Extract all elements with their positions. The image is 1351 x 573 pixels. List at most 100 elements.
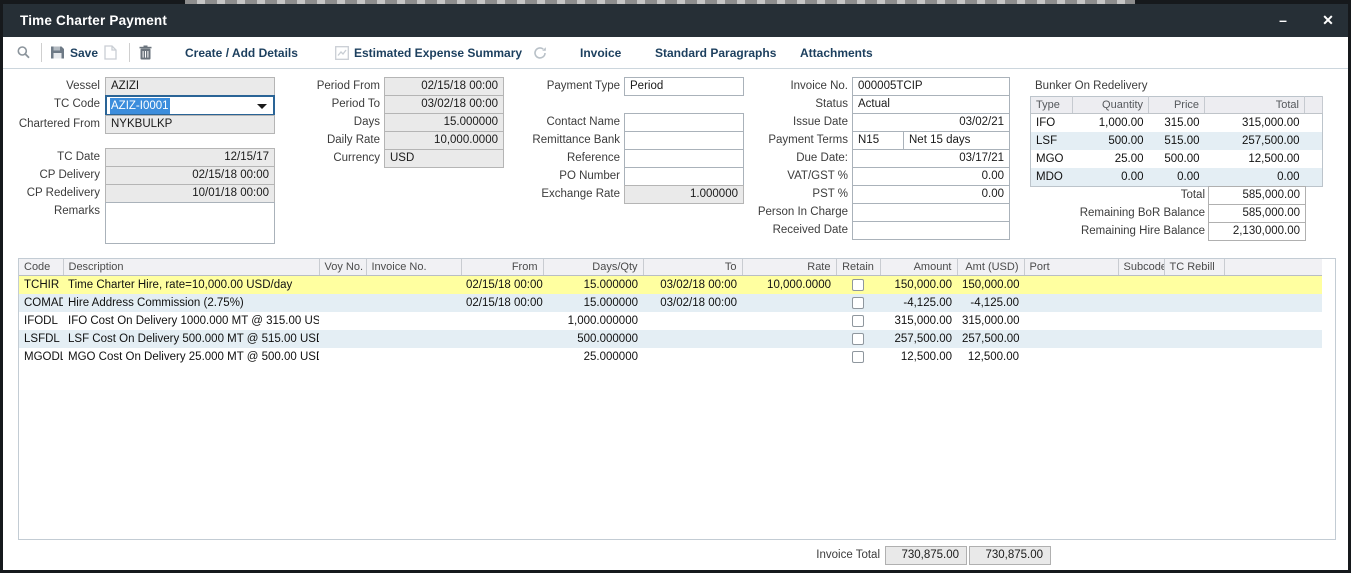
bunker-row-ifo[interactable]: IFO1,000.00315.00315,000.00 bbox=[1031, 114, 1323, 133]
issue-date-field[interactable]: 03/02/21 bbox=[852, 113, 1010, 132]
grid-cell-port bbox=[1024, 276, 1118, 295]
grid-header-from[interactable]: From bbox=[461, 259, 543, 276]
due-date-label: Due Date: bbox=[718, 149, 848, 168]
grid-header-tc-rebill[interactable]: TC Rebill bbox=[1164, 259, 1224, 276]
refresh-button[interactable] bbox=[533, 37, 547, 68]
pst-label: PST % bbox=[718, 185, 848, 204]
grid-header-subcode[interactable]: Subcode bbox=[1118, 259, 1164, 276]
contact-name-label: Contact Name bbox=[498, 113, 620, 132]
grid-cell-to bbox=[643, 348, 742, 366]
close-button[interactable]: ✕ bbox=[1318, 4, 1338, 37]
grid-header-to[interactable]: To bbox=[643, 259, 742, 276]
grid-cell-amt-usd: -4,125.00 bbox=[957, 294, 1024, 312]
tc-code-field[interactable]: AZIZ-I0001 bbox=[105, 95, 275, 116]
invoice-total-amount: 730,875.00 bbox=[885, 546, 967, 565]
save-button[interactable]: Save bbox=[50, 37, 98, 68]
pst-field[interactable]: 0.00 bbox=[852, 185, 1010, 204]
standard-paragraphs-button[interactable]: Standard Paragraphs bbox=[655, 37, 776, 68]
period-from-field: 02/15/18 00:00 bbox=[384, 77, 504, 96]
invoice-no-field[interactable]: 000005TCIP bbox=[852, 77, 1010, 96]
grid-header-port[interactable]: Port bbox=[1024, 259, 1118, 276]
delete-button[interactable] bbox=[139, 37, 152, 68]
days-label: Days bbox=[298, 113, 380, 132]
dropdown-arrow-icon[interactable] bbox=[257, 104, 267, 109]
retain-checkbox[interactable] bbox=[852, 297, 864, 309]
bunker-row-mgo[interactable]: MGO25.00500.0012,500.00 bbox=[1031, 150, 1323, 168]
grid-cell-port bbox=[1024, 348, 1118, 366]
grid-row-lsfdl[interactable]: LSFDLLSF Cost On Delivery 500.000 MT @ 5… bbox=[19, 330, 1323, 348]
grid-header-amount[interactable]: Amount bbox=[880, 259, 957, 276]
grid-cell-tc-rebill bbox=[1164, 276, 1224, 295]
bunker-cell: MGO bbox=[1031, 150, 1073, 168]
person-in-charge-field[interactable] bbox=[852, 203, 1010, 222]
grid-cell-to bbox=[643, 330, 742, 348]
status-field[interactable]: Actual bbox=[852, 95, 1010, 114]
bunker-cell: 315.00 bbox=[1149, 114, 1205, 133]
grid-row-ifodl[interactable]: IFODLIFO Cost On Delivery 1000.000 MT @ … bbox=[19, 312, 1323, 330]
grid-header-code[interactable]: Code bbox=[19, 259, 63, 276]
grid-header-retain[interactable]: Retain bbox=[836, 259, 880, 276]
attachments-button[interactable]: Attachments bbox=[800, 37, 873, 68]
window-title: Time Charter Payment bbox=[20, 4, 167, 37]
bunker-cell: 0.00 bbox=[1149, 168, 1205, 187]
bunker-total-label: Remaining BoR Balance bbox=[1043, 204, 1205, 223]
grid-cell-code: MGODL bbox=[19, 348, 63, 366]
grid-header-days-qty[interactable]: Days/Qty bbox=[543, 259, 643, 276]
grid-cell-description: Time Charter Hire, rate=10,000.00 USD/da… bbox=[63, 276, 319, 295]
person-in-charge-label: Person In Charge bbox=[718, 203, 848, 222]
grid-cell-code: IFODL bbox=[19, 312, 63, 330]
grid-row-mgodl[interactable]: MGODLMGO Cost On Delivery 25.000 MT @ 50… bbox=[19, 348, 1323, 366]
grid-row-tchir[interactable]: TCHIRTime Charter Hire, rate=10,000.00 U… bbox=[19, 276, 1323, 295]
new-document-button[interactable] bbox=[104, 37, 117, 68]
grid-scrollbar[interactable] bbox=[1322, 259, 1335, 539]
search-button[interactable] bbox=[16, 37, 31, 68]
issue-date-label: Issue Date bbox=[718, 113, 848, 132]
minimize-button[interactable]: – bbox=[1273, 4, 1293, 37]
screen: Time Charter Payment – ✕ Save bbox=[0, 0, 1351, 573]
grid-header-amt-usd[interactable]: Amt (USD) bbox=[957, 259, 1024, 276]
payment-terms-code-field[interactable]: N15 bbox=[852, 131, 904, 150]
grid-cell-amount: -4,125.00 bbox=[880, 294, 957, 312]
received-date-field[interactable] bbox=[852, 221, 1010, 240]
tc-date-field: 12/15/17 bbox=[105, 148, 275, 167]
bunker-row-mdo[interactable]: MDO0.000.000.00 bbox=[1031, 168, 1323, 187]
retain-checkbox[interactable] bbox=[852, 351, 864, 363]
grid-row-comad[interactable]: COMADHire Address Commission (2.75%)02/1… bbox=[19, 294, 1323, 312]
grid-cell-voy-no bbox=[319, 276, 366, 295]
grid-cell-code: LSFDL bbox=[19, 330, 63, 348]
grid-header-rate[interactable]: Rate bbox=[742, 259, 836, 276]
grid-cell-description: MGO Cost On Delivery 25.000 MT @ 500.00 … bbox=[63, 348, 319, 366]
grid-cell-description: LSF Cost On Delivery 500.000 MT @ 515.00… bbox=[63, 330, 319, 348]
grid-cell-to: 03/02/18 00:00 bbox=[643, 294, 742, 312]
grid-cell-from: 02/15/18 00:00 bbox=[461, 294, 543, 312]
due-date-field[interactable]: 03/17/21 bbox=[852, 149, 1010, 168]
remarks-field[interactable] bbox=[105, 202, 275, 244]
trash-icon bbox=[139, 45, 152, 60]
grid-cell-subcode bbox=[1118, 312, 1164, 330]
retain-checkbox[interactable] bbox=[852, 333, 864, 345]
tc-code-selected-text: AZIZ-I0001 bbox=[110, 98, 170, 114]
grid-cell-voy-no bbox=[319, 348, 366, 366]
grid-cell-days-qty: 25.000000 bbox=[543, 348, 643, 366]
grid-cell-filler bbox=[1224, 330, 1323, 348]
create-add-details-button[interactable]: Create / Add Details bbox=[185, 37, 298, 68]
grid-cell-description: IFO Cost On Delivery 1000.000 MT @ 315.0… bbox=[63, 312, 319, 330]
grid-cell-filler bbox=[1224, 294, 1323, 312]
payment-terms-desc-field[interactable]: Net 15 days bbox=[903, 131, 1010, 150]
vat-gst-label: VAT/GST % bbox=[718, 167, 848, 186]
bunker-on-redelivery-title: Bunker On Redelivery bbox=[1035, 80, 1148, 92]
invoice-button[interactable]: Invoice bbox=[580, 37, 621, 68]
grid-header-description[interactable]: Description bbox=[63, 259, 319, 276]
bunker-cell: 0.00 bbox=[1205, 168, 1305, 187]
grid-header-voy-no[interactable]: Voy No. bbox=[319, 259, 366, 276]
vat-gst-field[interactable]: 0.00 bbox=[852, 167, 1010, 186]
retain-checkbox[interactable] bbox=[852, 315, 864, 327]
bunker-row-lsf[interactable]: LSF500.00515.00257,500.00 bbox=[1031, 132, 1323, 150]
grid-header-filler bbox=[1224, 259, 1323, 276]
grid-cell-tc-rebill bbox=[1164, 312, 1224, 330]
estimated-expense-summary-button[interactable]: Estimated Expense Summary bbox=[335, 37, 522, 68]
grid-cell-rate bbox=[742, 312, 836, 330]
retain-checkbox[interactable] bbox=[852, 279, 864, 291]
po-number-label: PO Number bbox=[498, 167, 620, 186]
grid-header-invoice-no[interactable]: Invoice No. bbox=[366, 259, 461, 276]
